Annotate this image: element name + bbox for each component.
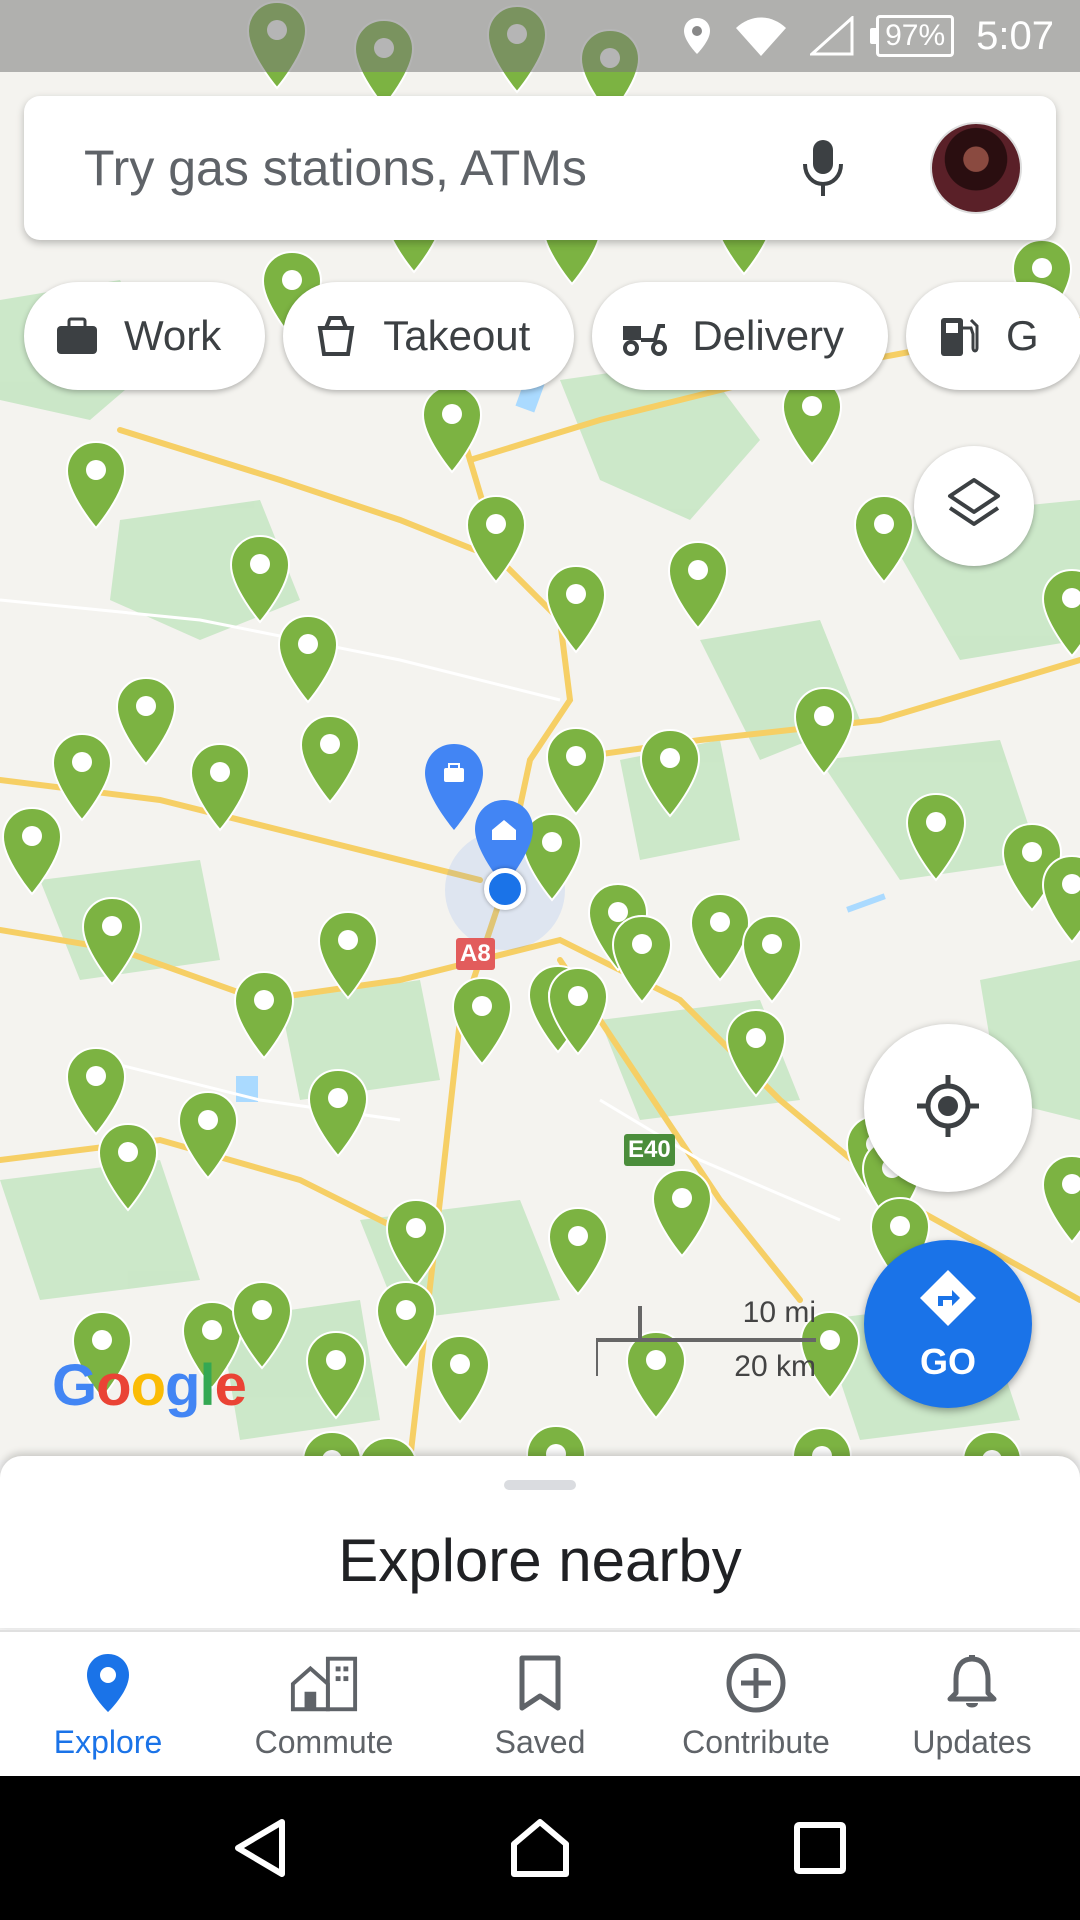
avatar[interactable] (930, 122, 1022, 214)
takeout-icon (311, 311, 361, 361)
nav-label: Saved (494, 1723, 586, 1760)
explore-pin-icon (73, 1648, 143, 1718)
bell-icon (937, 1648, 1007, 1718)
place-pin[interactable] (544, 564, 608, 656)
place-pin[interactable] (1040, 568, 1080, 660)
place-pin[interactable] (790, 1426, 854, 1460)
chip-label: G (1006, 312, 1039, 359)
place-pin[interactable] (546, 966, 610, 1058)
place-pin[interactable] (0, 806, 64, 898)
nav-explore[interactable]: Explore (0, 1632, 216, 1776)
plus-circle-icon (721, 1648, 791, 1718)
explore-sheet[interactable]: Explore nearby (0, 1456, 1080, 1628)
place-pin[interactable] (228, 534, 292, 626)
gas-station-icon (934, 311, 984, 361)
category-chips: Work Takeout Delivery G (24, 282, 1080, 390)
chip-label: Delivery (692, 312, 845, 359)
chip-work[interactable]: Work (24, 282, 266, 390)
chip-gas[interactable]: G (906, 282, 1080, 390)
mic-icon[interactable] (788, 133, 858, 203)
layers-icon (944, 474, 1004, 539)
nav-label: Commute (254, 1723, 394, 1760)
bookmark-icon (505, 1648, 575, 1718)
battery-indicator: 97% (870, 15, 955, 57)
nav-label: Explore (53, 1723, 163, 1760)
chip-takeout[interactable]: Takeout (283, 282, 575, 390)
place-pin[interactable] (740, 914, 804, 1006)
home-icon[interactable] (500, 1808, 580, 1888)
go-directions-button[interactable]: GO (864, 1240, 1032, 1408)
place-pin[interactable] (904, 792, 968, 884)
current-location-dot (484, 868, 526, 910)
place-pin[interactable] (724, 1008, 788, 1100)
my-location-button[interactable] (864, 1024, 1032, 1192)
google-logo: Google (52, 1353, 247, 1418)
sheet-title: Explore nearby (338, 1527, 742, 1594)
wifi-icon (734, 16, 788, 56)
place-pin[interactable] (304, 1330, 368, 1422)
place-pin[interactable] (420, 384, 484, 476)
place-pin[interactable] (852, 494, 916, 586)
search-bar[interactable]: Try gas stations, ATMs (24, 96, 1056, 240)
location-status-icon (682, 16, 712, 56)
chip-label: Takeout (383, 312, 531, 359)
place-pin[interactable] (276, 614, 340, 706)
commute-icon (289, 1648, 359, 1718)
place-pin[interactable] (428, 1334, 492, 1426)
search-input[interactable]: Try gas stations, ATMs (84, 139, 788, 197)
road-label-a8: A8 (456, 938, 495, 970)
place-pin[interactable] (544, 726, 608, 818)
place-pin[interactable] (298, 714, 362, 806)
nav-contribute[interactable]: Contribute (648, 1632, 864, 1776)
place-pin[interactable] (524, 1424, 588, 1460)
sheet-drag-handle[interactable] (504, 1480, 576, 1490)
nav-commute[interactable]: Commute (216, 1632, 432, 1776)
recents-icon[interactable] (780, 1808, 860, 1888)
status-time: 5:07 (976, 13, 1054, 58)
place-pin[interactable] (450, 976, 514, 1068)
place-pin[interactable] (464, 494, 528, 586)
nav-label: Contribute (682, 1723, 830, 1760)
scooter-icon (620, 311, 670, 361)
nav-updates[interactable]: Updates (864, 1632, 1080, 1776)
place-pin[interactable] (610, 914, 674, 1006)
place-pin[interactable] (546, 1206, 610, 1298)
directions-icon (916, 1266, 980, 1335)
place-pin[interactable] (96, 1122, 160, 1214)
map-layers-button[interactable] (914, 446, 1034, 566)
place-pin[interactable] (232, 970, 296, 1062)
go-label: GO (919, 1340, 976, 1382)
briefcase-icon (52, 311, 102, 361)
signal-icon (810, 16, 854, 56)
place-pin[interactable] (176, 1090, 240, 1182)
place-pin[interactable] (114, 676, 178, 768)
place-pin[interactable] (638, 728, 702, 820)
status-bar: 97% 5:07 (0, 0, 1080, 72)
nav-saved[interactable]: Saved (432, 1632, 648, 1776)
chip-label: Work (124, 312, 222, 359)
system-navigation-bar (0, 1776, 1080, 1920)
place-pin[interactable] (666, 540, 730, 632)
road-label-e40: E40 (624, 1134, 675, 1166)
place-pin[interactable] (792, 686, 856, 778)
place-pin[interactable] (650, 1168, 714, 1260)
bottom-navigation: Explore Commute Saved Contribute Updates (0, 1630, 1080, 1776)
place-pin[interactable] (1040, 854, 1080, 946)
place-pin[interactable] (1040, 1154, 1080, 1246)
place-pin[interactable] (306, 1068, 370, 1160)
place-pin[interactable] (384, 1198, 448, 1290)
crosshair-icon (913, 1071, 983, 1146)
map-scale: 10 mi 20 km (596, 1296, 816, 1386)
place-pin[interactable] (188, 742, 252, 834)
place-pin[interactable] (64, 440, 128, 532)
back-icon[interactable] (220, 1808, 300, 1888)
place-pin[interactable] (316, 910, 380, 1002)
place-pin[interactable] (80, 896, 144, 988)
nav-label: Updates (912, 1723, 1032, 1760)
chip-delivery[interactable]: Delivery (592, 282, 889, 390)
